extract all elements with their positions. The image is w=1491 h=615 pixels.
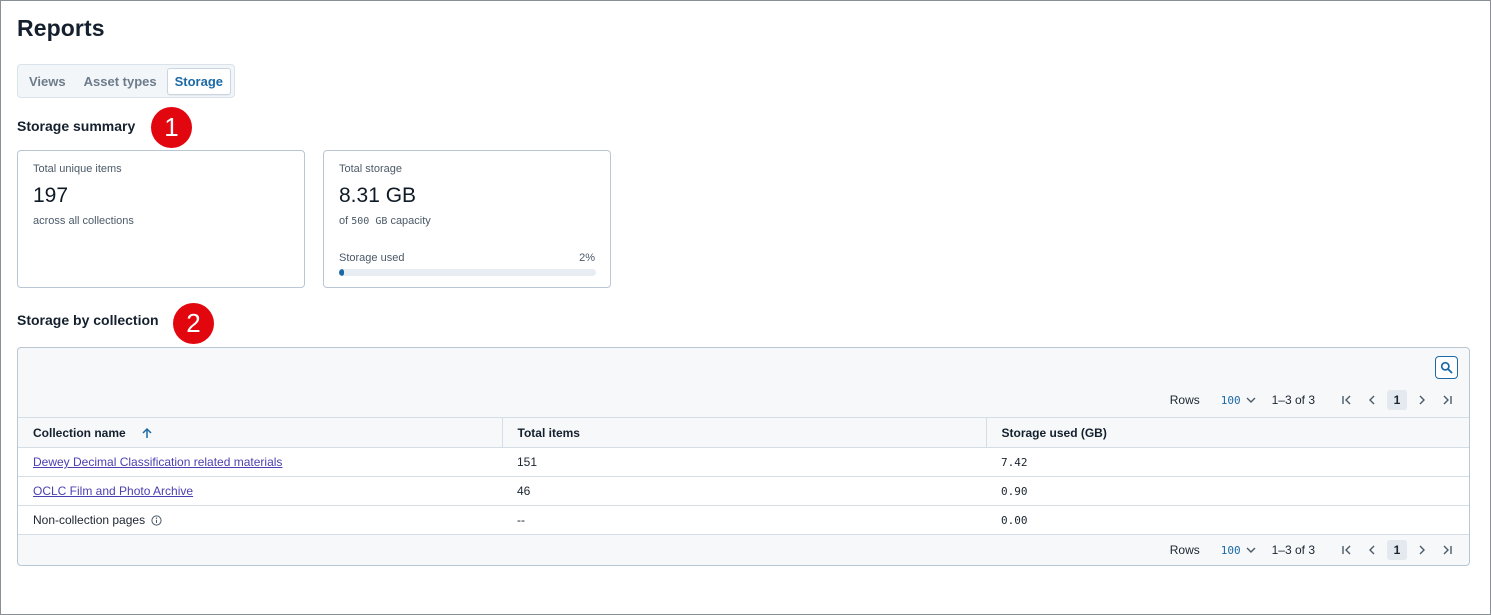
collection-table-panel: Rows 100 1–3 of 3 1 Collection name Tota… <box>17 347 1470 566</box>
storage-capacity-text: of 500 GB capacity <box>339 215 431 227</box>
storage-progress-bar <box>339 269 596 276</box>
collection-name-cell: OCLC Film and Photo Archive <box>18 476 502 506</box>
total-storage-card: Total storage 8.31 GB of 500 GB capacity… <box>323 150 611 288</box>
collection-name-cell: Non-collection pages <box>18 505 502 535</box>
storage-used-cell: 0.90 <box>986 476 1469 506</box>
total-items-card: Total unique items 197 across all collec… <box>17 150 305 288</box>
total-items-cell: 46 <box>502 476 986 506</box>
column-header-total-items[interactable]: Total items <box>501 417 986 448</box>
collection-name-cell: Dewey Decimal Classification related mat… <box>18 447 502 477</box>
collection-table: Collection name Total items Storage used… <box>18 417 1469 535</box>
total-storage-label: Total storage <box>339 163 402 175</box>
column-header-storage-used[interactable]: Storage used (GB) <box>985 417 1469 448</box>
callout-badge-2: 2 <box>173 303 214 344</box>
table-header-row: Collection name Total items Storage used… <box>18 417 1469 448</box>
previous-page-icon[interactable] <box>1362 390 1382 410</box>
table-row: Dewey Decimal Classification related mat… <box>18 447 1469 477</box>
column-header-collection-name[interactable]: Collection name <box>18 417 502 448</box>
non-collection-label: Non-collection pages <box>33 513 146 527</box>
rows-label: Rows <box>1169 543 1200 557</box>
storage-summary-title: Storage summary <box>17 118 136 134</box>
last-page-icon[interactable] <box>1437 540 1457 560</box>
chevron-down-icon[interactable] <box>1246 397 1256 403</box>
search-icon <box>1440 361 1453 374</box>
table-search-button[interactable] <box>1435 356 1458 379</box>
storage-used-percent: 2% <box>579 252 595 264</box>
column-header-label: Collection name <box>33 425 126 440</box>
last-page-icon[interactable] <box>1437 390 1457 410</box>
table-row: OCLC Film and Photo Archive 46 0.90 <box>18 476 1469 506</box>
storage-by-collection-title: Storage by collection <box>17 312 159 328</box>
collection-link[interactable]: OCLC Film and Photo Archive <box>33 484 193 498</box>
storage-progress-fill <box>339 269 345 276</box>
rows-label: Rows <box>1169 393 1200 407</box>
page-title: Reports <box>17 15 105 41</box>
total-storage-value: 8.31 GB <box>339 184 417 207</box>
total-items-sub: across all collections <box>33 215 134 227</box>
collection-link[interactable]: Dewey Decimal Classification related mat… <box>33 455 282 469</box>
storage-used-cell: 7.42 <box>986 447 1469 477</box>
top-pagination: Rows 100 1–3 of 3 1 <box>1170 389 1457 411</box>
capacity-value: 500 GB <box>351 216 388 227</box>
next-page-icon[interactable] <box>1412 540 1432 560</box>
total-items-cell: 151 <box>502 447 986 477</box>
tab-asset-types[interactable]: Asset types <box>76 68 165 95</box>
page-range: 1–3 of 3 <box>1271 543 1315 557</box>
info-icon[interactable] <box>151 515 163 526</box>
tab-views[interactable]: Views <box>21 68 74 95</box>
rows-per-page-select[interactable]: 100 <box>1221 394 1241 407</box>
storage-used-label: Storage used <box>339 252 405 264</box>
reports-page: Reports Views Asset types Storage Storag… <box>0 0 1491 615</box>
tab-storage[interactable]: Storage <box>166 67 232 95</box>
next-page-icon[interactable] <box>1412 390 1432 410</box>
chevron-down-icon[interactable] <box>1246 547 1256 553</box>
current-page-button[interactable]: 1 <box>1387 540 1407 560</box>
previous-page-icon[interactable] <box>1362 540 1382 560</box>
total-items-label: Total unique items <box>33 163 122 175</box>
capacity-prefix: of <box>339 215 349 227</box>
page-range: 1–3 of 3 <box>1271 393 1315 407</box>
first-page-icon[interactable] <box>1337 540 1357 560</box>
storage-used-cell: 0.00 <box>986 505 1469 535</box>
sort-ascending-icon[interactable] <box>141 427 153 439</box>
current-page-button[interactable]: 1 <box>1387 390 1407 410</box>
total-items-value: 197 <box>33 184 69 207</box>
callout-badge-1: 1 <box>151 107 192 148</box>
rows-per-page-select[interactable]: 100 <box>1221 544 1241 557</box>
report-tabs: Views Asset types Storage <box>17 64 236 98</box>
first-page-icon[interactable] <box>1337 390 1357 410</box>
total-items-cell: -- <box>502 505 986 535</box>
bottom-pagination: Rows 100 1–3 of 3 1 <box>1170 539 1457 561</box>
table-row: Non-collection pages -- 0.00 <box>18 505 1469 535</box>
capacity-suffix: capacity <box>390 215 431 227</box>
